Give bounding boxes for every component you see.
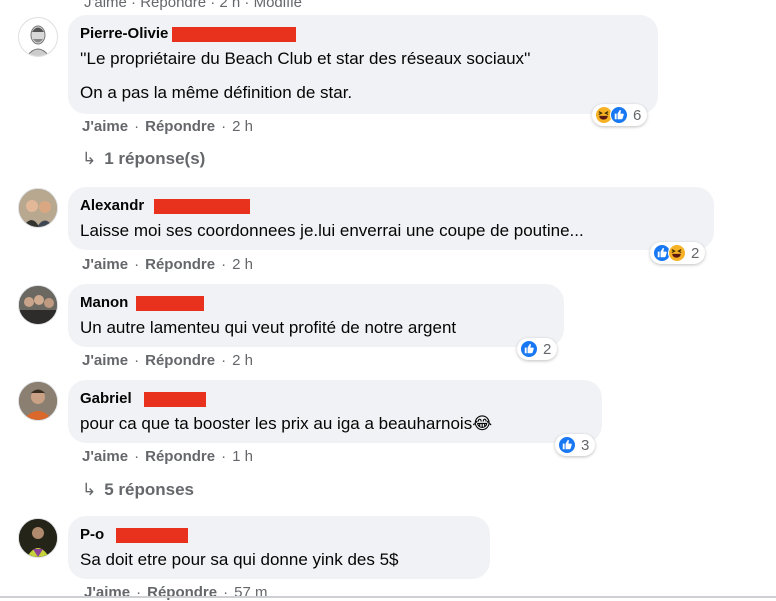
avatar[interactable]	[18, 17, 58, 57]
view-replies-link[interactable]: ↳ 1 réponse(s)	[82, 149, 205, 169]
avatar[interactable]	[18, 381, 58, 421]
redaction-bar	[144, 392, 206, 407]
comment-actions: J'aime · Répondre · 1 h	[82, 448, 253, 465]
like-button[interactable]: J'aime	[82, 352, 128, 369]
comment-text: On a pas la même définition de star.	[80, 83, 353, 102]
reaction-count: 6	[633, 106, 642, 124]
comment-text: Sa doit etre pour sa qui donne yink des …	[80, 550, 399, 569]
comment-time[interactable]: 2 h	[232, 352, 253, 369]
reaction-count: 2	[691, 244, 700, 262]
reply-button[interactable]: Répondre	[145, 118, 215, 135]
reaction-count: 2	[543, 340, 552, 358]
reaction-summary[interactable]: 2	[517, 338, 558, 360]
haha-icon	[668, 244, 686, 262]
comment-bubble: Manon Un autre lamenteu qui veut profité…	[68, 284, 564, 347]
redaction-bar	[154, 199, 250, 214]
comment-time[interactable]: 2 h	[232, 256, 253, 273]
comment-text: pour ca que ta booster les prix au iga a…	[80, 414, 493, 433]
previous-comment-actions: J'aime · Répondre · 2 h · Modifié	[84, 0, 302, 11]
comment-author[interactable]: P-o	[80, 525, 188, 545]
reaction-summary[interactable]: 6	[592, 104, 648, 126]
redaction-bar	[116, 528, 188, 543]
comment-text: ''Le propriétaire du Beach Club et star …	[80, 49, 531, 68]
avatar[interactable]	[18, 285, 58, 325]
comment-bubble: P-o Sa doit etre pour sa qui donne yink …	[68, 516, 490, 579]
reply-button[interactable]: Répondre	[145, 352, 215, 369]
reply-arrow-icon: ↳	[82, 480, 97, 499]
redaction-bar	[136, 296, 204, 311]
comment-author[interactable]: Gabriel	[80, 389, 206, 409]
comment-actions: J'aime · Répondre · 2 h	[82, 256, 253, 273]
reply-arrow-icon: ↳	[82, 149, 97, 168]
partial-comment-actions: J'aime · Répondre · 57 m	[84, 584, 268, 601]
comment-text: Un autre lamenteu qui veut profité de no…	[80, 318, 457, 337]
like-button[interactable]: J'aime	[82, 448, 128, 465]
comment-bubble: Gabriel pour ca que ta booster les prix …	[68, 380, 602, 443]
comment-actions: J'aime · Répondre · 2 h	[82, 352, 253, 369]
comment-time[interactable]: 1 h	[232, 448, 253, 465]
reply-button[interactable]: Répondre	[145, 448, 215, 465]
redaction-bar	[172, 27, 296, 42]
reaction-summary[interactable]: 2	[650, 242, 706, 264]
reaction-summary[interactable]: 3	[555, 434, 596, 456]
comment-bubble: Pierre-Olivie ''Le propriétaire du Beach…	[68, 15, 658, 114]
like-icon	[558, 436, 576, 454]
reaction-count: 3	[581, 436, 590, 454]
reply-button[interactable]: Répondre	[145, 256, 215, 273]
comment-actions: J'aime · Répondre · 2 h	[82, 118, 253, 135]
like-button[interactable]: J'aime	[82, 256, 128, 273]
like-icon	[610, 106, 628, 124]
comment-author[interactable]: Alexandr	[80, 196, 250, 216]
like-icon	[520, 340, 538, 358]
comment-bubble: Alexandr Laisse moi ses coordonnees je.l…	[68, 187, 714, 250]
comment-author[interactable]: Pierre-Olivie	[80, 24, 296, 44]
avatar[interactable]	[18, 188, 58, 228]
avatar[interactable]	[18, 518, 58, 558]
comment-text: Laisse moi ses coordonnees je.lui enverr…	[80, 221, 584, 240]
comment-time[interactable]: 2 h	[232, 118, 253, 135]
comment-author[interactable]: Manon	[80, 293, 204, 313]
like-button[interactable]: J'aime	[82, 118, 128, 135]
view-replies-link[interactable]: ↳ 5 réponses	[82, 480, 194, 500]
